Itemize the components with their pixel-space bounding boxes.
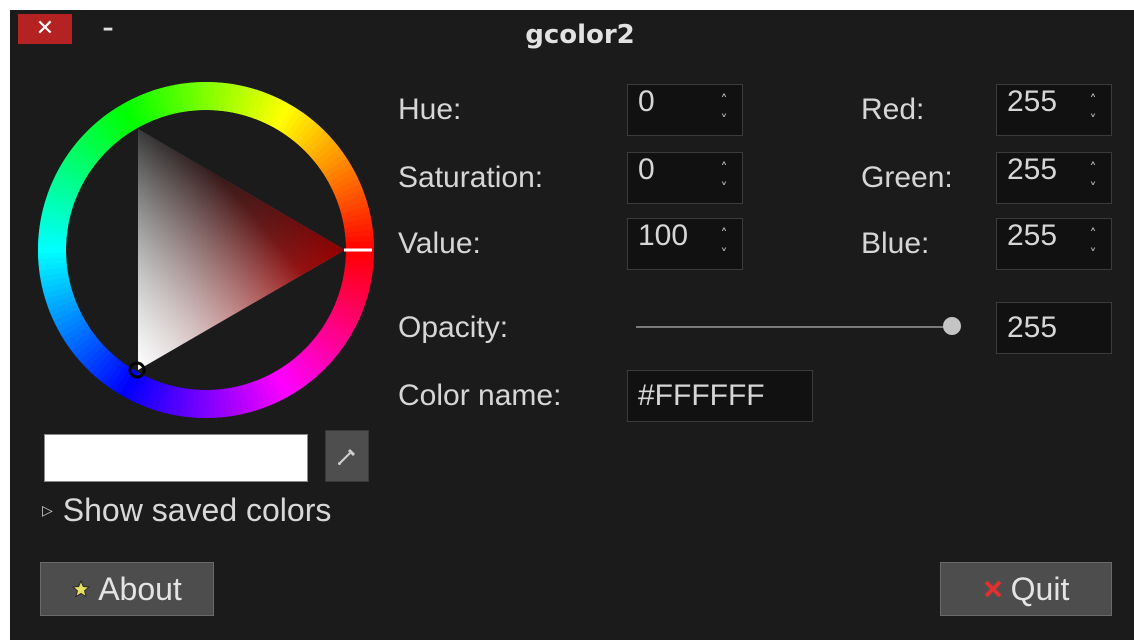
show-saved-colors-label: Show saved colors [62,491,332,528]
hue-decrement-button[interactable]: ˅ [714,111,734,131]
opacity-slider-handle[interactable] [943,317,961,335]
color-preview-swatch [44,434,308,482]
value-label: Value: [398,227,481,260]
sv-triangle[interactable] [138,129,345,370]
gcolor2-window: ✕ – gcolor2 ▷ Show saved colors Hue: 0 ˄… [10,10,1134,640]
red-value[interactable]: 255 [1007,85,1057,119]
color-name-label: Color name: [398,379,562,412]
minimize-button[interactable]: – [96,14,120,44]
color-name-field[interactable]: #FFFFFF [627,370,813,422]
blue-decrement-button[interactable]: ˅ [1083,245,1103,265]
value-value[interactable]: 100 [638,219,688,253]
green-spinbox[interactable]: 255 ˄ ˅ [996,152,1112,204]
red-increment-button[interactable]: ˄ [1083,91,1103,111]
opacity-value-field[interactable]: 255 [996,302,1112,354]
saturation-value[interactable]: 0 [638,153,655,187]
red-label: Red: [861,93,925,126]
blue-label: Blue: [861,227,930,260]
saturation-label: Saturation: [398,161,544,194]
show-saved-colors-expander[interactable]: ▷ Show saved colors [42,490,331,530]
quit-button-label: Quit [1010,570,1070,607]
green-increment-button[interactable]: ˄ [1083,159,1103,179]
saturation-decrement-button[interactable]: ˅ [714,179,734,199]
about-button-label: About [98,570,182,607]
value-decrement-button[interactable]: ˅ [714,245,734,265]
triangle-right-icon: ▷ [42,501,53,518]
window-title: gcolor2 [525,20,635,50]
star-icon [72,580,91,598]
hue-spinbox[interactable]: 0 ˄ ˅ [627,84,743,136]
hue-label: Hue: [398,93,462,126]
blue-value[interactable]: 255 [1007,219,1057,253]
eyedropper-icon [338,448,356,465]
title-bar: ✕ – gcolor2 [10,10,1134,62]
quit-button[interactable]: Quit [940,562,1112,616]
green-label: Green: [861,161,953,194]
saturation-increment-button[interactable]: ˄ [714,159,734,179]
eyedropper-button[interactable] [325,430,369,482]
color-wheel[interactable] [38,82,374,418]
hue-value[interactable]: 0 [638,85,655,119]
value-increment-button[interactable]: ˄ [714,225,734,245]
saturation-spinbox[interactable]: 0 ˄ ˅ [627,152,743,204]
green-decrement-button[interactable]: ˅ [1083,179,1103,199]
x-icon [983,579,1003,599]
opacity-slider-track[interactable] [636,326,954,328]
red-decrement-button[interactable]: ˅ [1083,111,1103,131]
hue-increment-button[interactable]: ˄ [714,91,734,111]
blue-increment-button[interactable]: ˄ [1083,225,1103,245]
value-spinbox[interactable]: 100 ˄ ˅ [627,218,743,270]
close-button[interactable]: ✕ [18,14,72,44]
blue-spinbox[interactable]: 255 ˄ ˅ [996,218,1112,270]
about-button[interactable]: About [40,562,214,616]
opacity-label: Opacity: [398,311,509,344]
red-spinbox[interactable]: 255 ˄ ˅ [996,84,1112,136]
green-value[interactable]: 255 [1007,153,1057,187]
